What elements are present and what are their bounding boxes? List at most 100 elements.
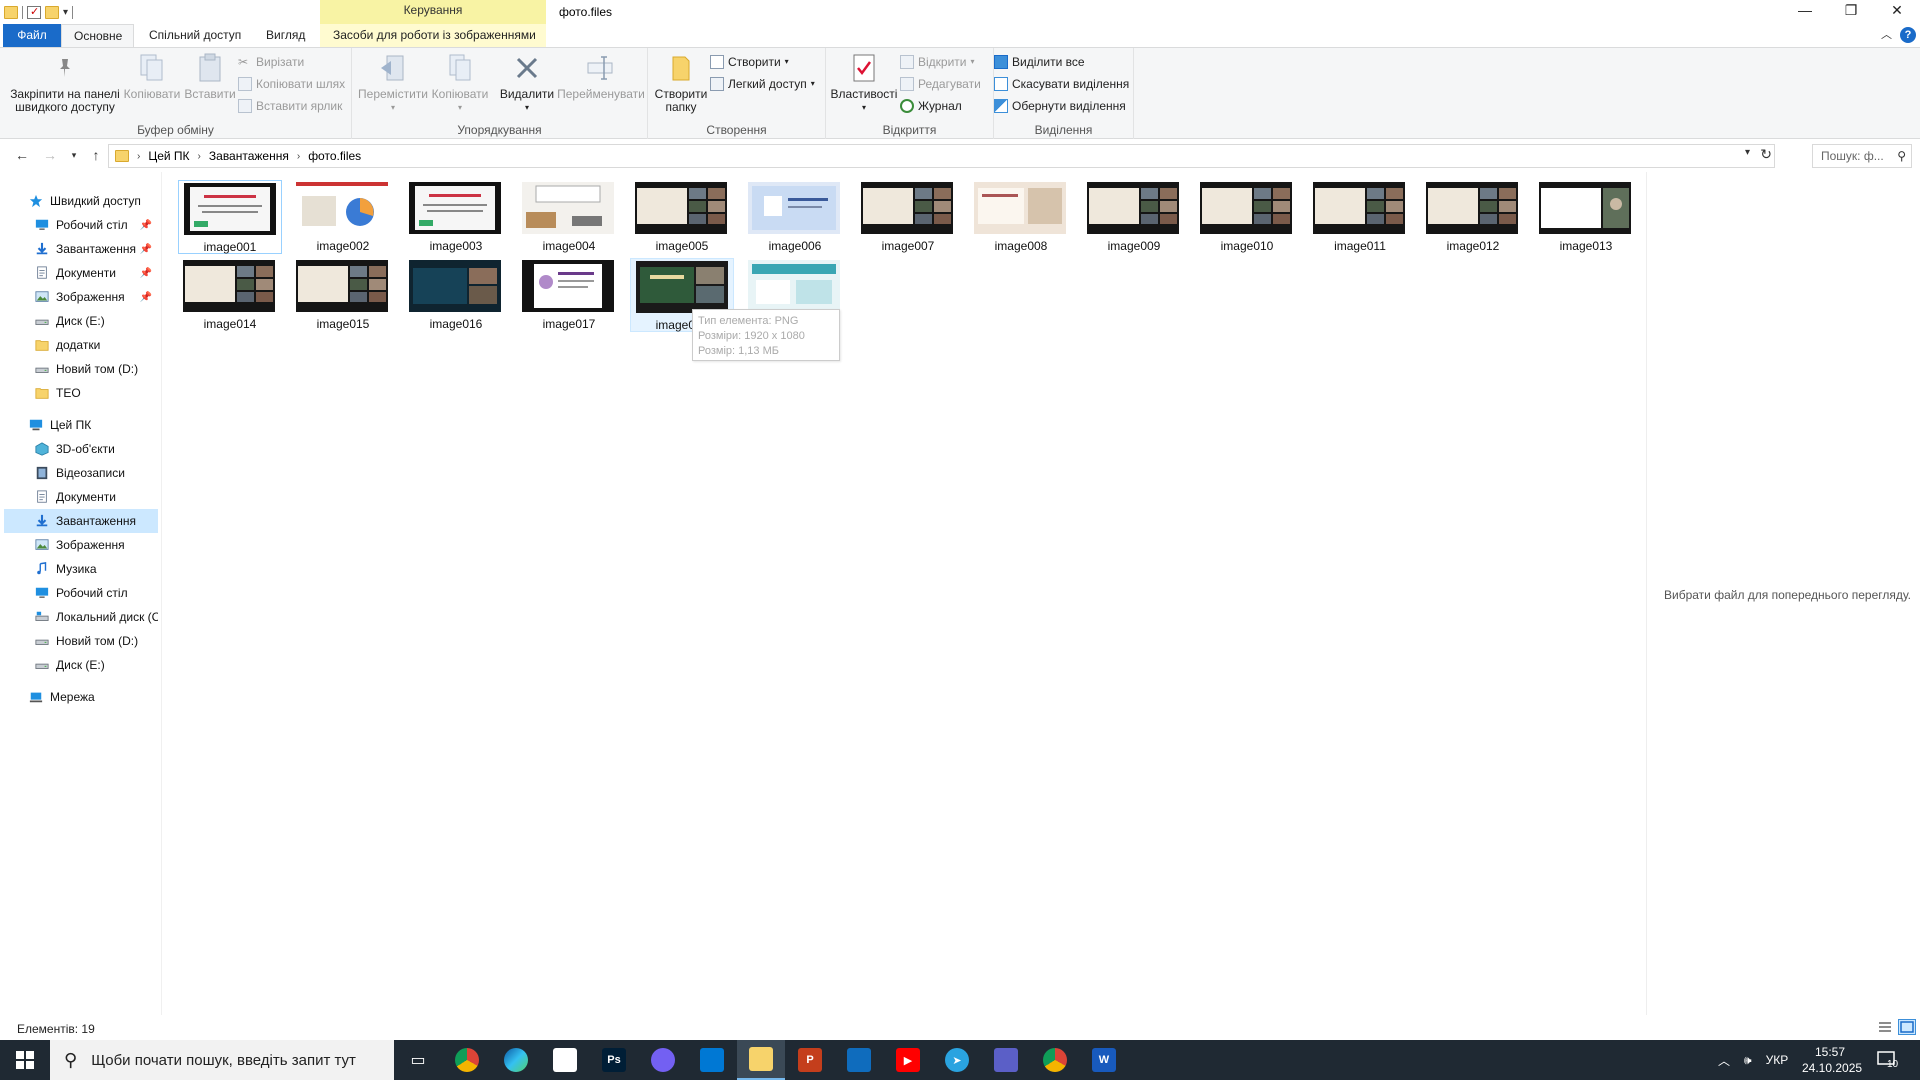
nav-pc-item[interactable]: Диск (E:) [4, 653, 158, 677]
properties-icon[interactable]: ✓ [27, 5, 41, 19]
nav-this-pc[interactable]: Цей ПК [4, 413, 158, 437]
search-input[interactable]: Пошук: ф... ⚲ [1812, 144, 1912, 168]
tab-picture-tools[interactable]: Засоби для роботи із зображеннями [321, 24, 548, 47]
taskbar-search-input[interactable]: ⚲ Щоби почати пошук, введіть запит тут [50, 1040, 394, 1080]
nav-pc-item[interactable]: Локальний диск (C [4, 605, 158, 629]
easy-access-button[interactable]: Легкий доступ ▾ [710, 74, 815, 94]
select-all-button[interactable]: Виділити все [994, 52, 1085, 72]
nav-quick-item[interactable]: Зображення 📌 [4, 285, 158, 309]
tab-file[interactable]: Файл [3, 24, 61, 47]
copy-button[interactable]: Копіювати [122, 52, 182, 101]
taskbar-app-telegram[interactable]: ➤ [933, 1040, 981, 1080]
paste-button[interactable]: Вставити [182, 52, 238, 101]
file-item[interactable]: image009 [1082, 180, 1186, 254]
start-button[interactable] [0, 1040, 50, 1080]
file-item[interactable]: image011 [1308, 180, 1412, 254]
breadcrumb-separator-icon[interactable]: › [198, 151, 201, 162]
nav-pc-item[interactable]: Відеозаписи [4, 461, 158, 485]
nav-quick-access[interactable]: Швидкий доступ [4, 189, 158, 213]
minimize-button[interactable]: — [1782, 0, 1828, 22]
collapse-ribbon-icon[interactable]: ︿ [1881, 26, 1892, 42]
close-button[interactable]: ✕ [1874, 0, 1920, 22]
nav-pc-item[interactable]: Музика [4, 557, 158, 581]
help-icon[interactable]: ? [1900, 27, 1916, 43]
nav-pc-item[interactable]: Новий том (D:) [4, 629, 158, 653]
rename-button[interactable]: Перейменувати [556, 52, 646, 101]
breadcrumb-separator-icon[interactable]: › [137, 151, 140, 162]
properties-button[interactable]: Властивості ▾ [830, 52, 898, 114]
taskbar-app-powerpoint[interactable]: P [786, 1040, 834, 1080]
file-item[interactable]: image003 [404, 180, 508, 254]
forward-arrow-icon[interactable]: → [40, 147, 60, 163]
large-icons-view-button[interactable] [1898, 1019, 1916, 1035]
language-indicator[interactable]: УКР [1766, 1053, 1789, 1067]
pin-icon[interactable]: 📌 [140, 220, 152, 231]
tab-share[interactable]: Спільний доступ [137, 24, 253, 47]
file-item[interactable]: image002 [291, 180, 395, 254]
pin-icon[interactable]: 📌 [140, 268, 152, 279]
edit-button[interactable]: Редагувати [900, 74, 981, 94]
breadcrumb-current[interactable]: фото.files [308, 149, 361, 163]
file-item[interactable]: image006 [743, 180, 847, 254]
paste-shortcut-button[interactable]: Вставити ярлик [238, 96, 342, 116]
taskbar-app-file-explorer[interactable] [737, 1040, 785, 1080]
breadcrumb-this-pc[interactable]: Цей ПК [148, 149, 189, 163]
file-item[interactable]: image005 [630, 180, 734, 254]
refresh-icon[interactable]: ↻ [1760, 146, 1772, 163]
nav-quick-item[interactable]: Диск (E:) [4, 309, 158, 333]
back-arrow-icon[interactable]: ← [12, 147, 32, 163]
nav-quick-item[interactable]: додатки [4, 333, 158, 357]
address-dropdown-icon[interactable]: ▾ [1745, 147, 1750, 158]
file-item[interactable]: image012 [1421, 180, 1525, 254]
nav-network[interactable]: Мережа [4, 685, 158, 709]
file-item[interactable]: image017 [517, 258, 621, 332]
new-item-button[interactable]: Створити ▾ [710, 52, 789, 72]
open-button[interactable]: Відкрити ▾ [900, 52, 975, 72]
volume-icon[interactable]: 🕪 [1744, 1053, 1752, 1068]
notification-center-button[interactable]: 10 [1876, 1049, 1898, 1071]
nav-quick-item[interactable]: Завантаження 📌 [4, 237, 158, 261]
clock[interactable]: 15:57 24.10.2025 [1802, 1044, 1862, 1076]
nav-quick-item[interactable]: Робочий стіл 📌 [4, 213, 158, 237]
pin-icon[interactable]: 📌 [140, 244, 152, 255]
taskbar-app-photoshop[interactable]: Ps [590, 1040, 638, 1080]
copy-path-button[interactable]: Копіювати шлях [238, 74, 345, 94]
up-arrow-icon[interactable]: ↑ [86, 147, 106, 163]
taskbar-app-store[interactable] [688, 1040, 736, 1080]
nav-quick-item[interactable]: Новий том (D:) [4, 357, 158, 381]
nav-quick-item[interactable]: ТЕО [4, 381, 158, 405]
taskbar-app-edge[interactable] [492, 1040, 540, 1080]
pin-quick-access-button[interactable]: Закріпити на панелі швидкого доступу [6, 52, 124, 114]
customize-toolbar-icon[interactable]: ▾ [63, 7, 68, 18]
select-none-button[interactable]: Скасувати виділення [994, 74, 1129, 94]
taskbar-app-chrome[interactable] [443, 1040, 491, 1080]
taskbar-app-viber[interactable] [639, 1040, 687, 1080]
nav-pc-item[interactable]: Зображення [4, 533, 158, 557]
file-item[interactable]: image004 [517, 180, 621, 254]
taskbar-app-word[interactable]: W [1080, 1040, 1128, 1080]
tab-home[interactable]: Основне [61, 24, 134, 47]
taskbar-app-youtube[interactable]: ▶ [884, 1040, 932, 1080]
address-bar[interactable]: › Цей ПК › Завантаження › фото.files ▾ ↻ [108, 144, 1775, 168]
pin-icon[interactable]: 📌 [140, 292, 152, 303]
taskbar-app-outlook[interactable] [835, 1040, 883, 1080]
file-item[interactable]: image013 [1534, 180, 1638, 254]
copy-to-button[interactable]: Копіювати ▾ [428, 52, 492, 114]
file-item[interactable]: image015 [291, 258, 395, 332]
maximize-button[interactable]: ❐ [1828, 0, 1874, 22]
file-item[interactable]: image001 [178, 180, 282, 254]
taskbar-app-app-shield[interactable] [982, 1040, 1030, 1080]
breadcrumb-downloads[interactable]: Завантаження [209, 149, 289, 163]
invert-selection-button[interactable]: Обернути виділення [994, 96, 1126, 116]
show-hidden-icons-icon[interactable]: ︿ [1718, 1052, 1730, 1069]
nav-pc-item[interactable]: Робочий стіл [4, 581, 158, 605]
nav-quick-item[interactable]: Документи 📌 [4, 261, 158, 285]
tab-view[interactable]: Вигляд [254, 24, 317, 47]
taskbar-app-task-view[interactable]: ▭ [394, 1040, 442, 1080]
file-item[interactable]: image016 [404, 258, 508, 332]
nav-pc-item[interactable]: Документи [4, 485, 158, 509]
file-item[interactable]: image014 [178, 258, 282, 332]
breadcrumb-separator-icon[interactable]: › [297, 151, 300, 162]
new-folder-button[interactable]: Створити папку [652, 52, 710, 114]
cut-button[interactable]: ✂ Вирізати [238, 52, 304, 72]
